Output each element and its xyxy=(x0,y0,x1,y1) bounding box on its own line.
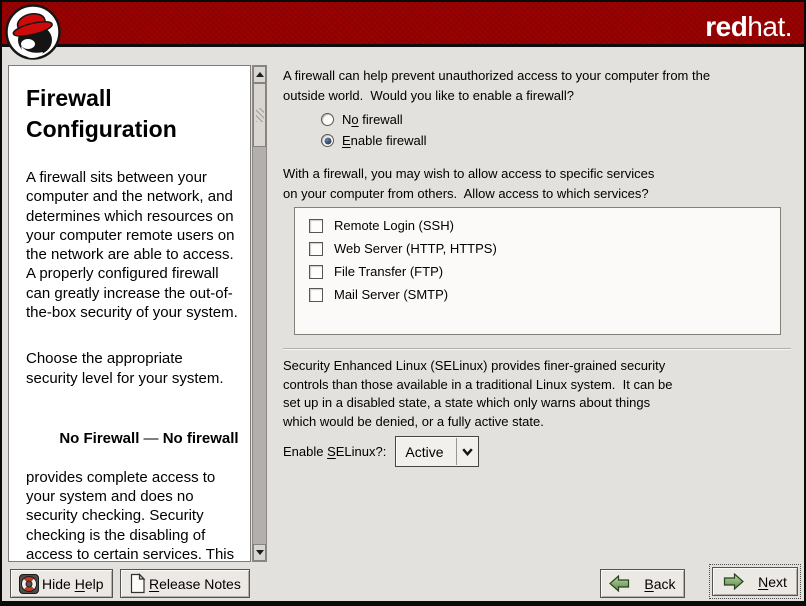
release-notes-button[interactable]: Release Notes xyxy=(120,569,250,598)
back-label: Back xyxy=(644,576,675,592)
header-banner: redhat. xyxy=(2,2,804,47)
selinux-setting-row: Enable SELinux?: Active xyxy=(283,436,479,467)
checkbox-web[interactable] xyxy=(309,242,323,256)
redhat-wordmark: redhat. xyxy=(705,11,792,43)
checkbox-ssh[interactable] xyxy=(309,219,323,233)
service-row-ssh[interactable]: Remote Login (SSH) xyxy=(309,218,780,233)
chevron-down-icon[interactable] xyxy=(457,448,478,456)
no-firewall-term: No Firewall xyxy=(59,430,139,447)
radio-no-firewall-circle-icon[interactable] xyxy=(321,113,334,126)
checkbox-ftp[interactable] xyxy=(309,265,323,279)
dash: — xyxy=(139,430,162,447)
help-text-area: Firewall Configuration A firewall sits b… xyxy=(8,65,251,562)
checkbox-smtp[interactable] xyxy=(309,288,323,302)
scroll-up-button[interactable] xyxy=(253,66,266,83)
firewall-intro-text: A firewall can help prevent unauthorized… xyxy=(283,66,710,106)
hide-help-label: Hide Help xyxy=(42,576,104,592)
selinux-dropdown-value[interactable]: Active xyxy=(396,444,456,460)
life-buoy-icon xyxy=(19,574,39,594)
radio-enable-firewall-circle-icon[interactable] xyxy=(321,134,334,147)
scroll-down-button[interactable] xyxy=(253,544,266,561)
service-row-smtp[interactable]: Mail Server (SMTP) xyxy=(309,287,780,302)
help-paragraph-1: A firewall sits between your computer an… xyxy=(26,168,240,322)
help-panel: Firewall Configuration A firewall sits b… xyxy=(8,65,268,562)
service-row-web[interactable]: Web Server (HTTP, HTTPS) xyxy=(309,241,780,256)
services-intro-text: With a firewall, you may wish to allow a… xyxy=(283,164,654,204)
radio-enable-firewall-label[interactable]: Enable firewall xyxy=(342,133,427,148)
wordmark-hat: hat. xyxy=(747,11,792,42)
service-label-smtp[interactable]: Mail Server (SMTP) xyxy=(334,287,448,302)
service-label-web[interactable]: Web Server (HTTP, HTTPS) xyxy=(334,241,497,256)
radio-selected-dot-icon xyxy=(324,137,331,144)
radio-enable-firewall[interactable]: Enable firewall xyxy=(321,132,427,149)
wordmark-red: red xyxy=(705,11,747,42)
release-notes-label: Release Notes xyxy=(149,576,241,592)
selinux-dropdown[interactable]: Active xyxy=(395,436,479,467)
section-separator xyxy=(283,348,791,350)
help-paragraph-3-body: provides complete access to your system … xyxy=(26,468,240,562)
redhat-shadowman-logo-icon xyxy=(5,4,61,60)
selinux-description-text: Security Enhanced Linux (SELinux) provid… xyxy=(283,357,673,431)
page-title: Firewall Configuration xyxy=(26,83,240,145)
service-label-ssh[interactable]: Remote Login (SSH) xyxy=(334,218,454,233)
installer-window: redhat. Firewall Configuration A firewal… xyxy=(0,0,806,606)
arrow-right-icon xyxy=(723,573,744,590)
services-list: Remote Login (SSH) Web Server (HTTP, HTT… xyxy=(294,207,781,335)
next-label: Next xyxy=(758,574,787,590)
arrow-up-icon xyxy=(256,72,264,77)
next-button-focus-ring: Next xyxy=(709,564,801,599)
scrollbar-thumb[interactable] xyxy=(253,83,266,147)
service-row-ftp[interactable]: File Transfer (FTP) xyxy=(309,264,780,279)
radio-no-firewall[interactable]: No firewall xyxy=(321,111,403,128)
help-paragraph-2: Choose the appropriate security level fo… xyxy=(26,349,240,388)
scrollbar-grip-icon xyxy=(256,108,264,122)
service-label-ftp[interactable]: File Transfer (FTP) xyxy=(334,264,443,279)
selinux-label: Enable SELinux?: xyxy=(283,444,386,459)
hide-help-button[interactable]: Hide Help xyxy=(10,569,113,598)
next-button[interactable]: Next xyxy=(712,567,798,596)
help-paragraph-3: No Firewall — No firewall provides compl… xyxy=(26,410,240,562)
no-firewall-term-2: No firewall xyxy=(163,430,239,447)
document-icon xyxy=(129,573,146,594)
back-button[interactable]: Back xyxy=(600,569,685,598)
help-scrollbar[interactable] xyxy=(252,65,267,562)
arrow-left-icon xyxy=(609,575,630,592)
arrow-down-icon xyxy=(256,550,264,555)
radio-no-firewall-label[interactable]: No firewall xyxy=(342,112,403,127)
